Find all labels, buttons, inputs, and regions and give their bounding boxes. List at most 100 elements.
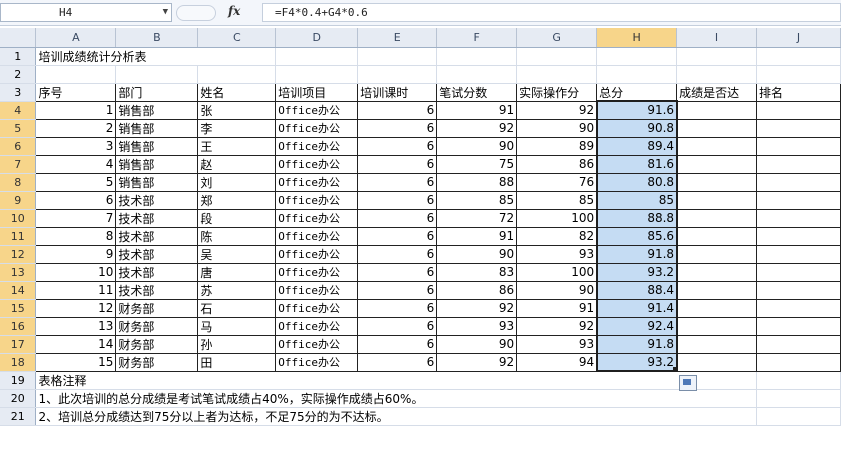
cell[interactable] — [35, 65, 117, 84]
table-cell[interactable]: 6 — [357, 316, 438, 336]
table-cell[interactable]: 陈 — [197, 226, 277, 246]
table-cell[interactable] — [676, 334, 758, 354]
cell[interactable] — [676, 47, 758, 66]
column-header-d[interactable]: D — [275, 28, 359, 48]
table-cell[interactable]: 9 — [35, 244, 117, 264]
table-cell[interactable]: 销售部 — [115, 118, 199, 138]
table-cell[interactable]: 6 — [357, 118, 438, 138]
table-cell[interactable]: 14 — [35, 334, 117, 354]
table-cell[interactable]: 唐 — [197, 262, 277, 282]
row-header-14[interactable]: 14 — [0, 281, 37, 300]
table-cell[interactable]: Office办公 — [275, 118, 359, 138]
row-header-7[interactable]: 7 — [0, 155, 37, 174]
table-cell[interactable]: 76 — [516, 172, 598, 192]
total-score-cell[interactable]: 91.6 — [596, 100, 678, 120]
table-cell[interactable] — [756, 298, 841, 318]
cell[interactable] — [596, 47, 678, 66]
table-cell[interactable] — [676, 136, 758, 156]
table-cell[interactable]: 6 — [357, 208, 438, 228]
table-cell[interactable] — [676, 118, 758, 138]
table-cell[interactable]: 6 — [357, 172, 438, 192]
row-header-8[interactable]: 8 — [0, 173, 37, 192]
table-cell[interactable]: 86 — [516, 154, 598, 174]
table-cell[interactable]: 刘 — [197, 172, 277, 192]
row-header-6[interactable]: 6 — [0, 137, 37, 156]
table-cell[interactable]: 段 — [197, 208, 277, 228]
table-cell[interactable] — [676, 172, 758, 192]
table-cell[interactable]: 89 — [516, 136, 598, 156]
table-cell[interactable] — [756, 136, 841, 156]
total-score-cell[interactable]: 80.8 — [596, 172, 678, 192]
table-cell[interactable]: 李 — [197, 118, 277, 138]
total-score-cell[interactable]: 92.4 — [596, 316, 678, 336]
cell[interactable] — [676, 65, 758, 84]
total-score-cell[interactable]: 91.4 — [596, 298, 678, 318]
table-cell[interactable]: 技术部 — [115, 208, 199, 228]
table-cell[interactable]: Office办公 — [275, 334, 359, 354]
table-cell[interactable]: 石 — [197, 298, 277, 318]
select-all-corner[interactable] — [0, 28, 37, 48]
column-header-g[interactable]: G — [516, 28, 598, 48]
row-header-15[interactable]: 15 — [0, 299, 37, 318]
table-cell[interactable] — [756, 334, 841, 354]
table-cell[interactable]: 94 — [516, 352, 598, 372]
table-header-cell[interactable]: 序号 — [35, 82, 117, 102]
table-cell[interactable]: 15 — [35, 352, 117, 372]
column-header-f[interactable]: F — [436, 28, 518, 48]
table-cell[interactable]: Office办公 — [275, 298, 359, 318]
row-header-4[interactable]: 4 — [0, 101, 37, 120]
cell[interactable] — [756, 47, 841, 66]
cell[interactable] — [756, 389, 841, 408]
table-cell[interactable]: 财务部 — [115, 316, 199, 336]
table-cell[interactable]: 90 — [436, 334, 518, 354]
table-cell[interactable]: 张 — [197, 100, 277, 120]
total-score-cell[interactable]: 89.4 — [596, 136, 678, 156]
table-cell[interactable]: 孙 — [197, 334, 277, 354]
table-cell[interactable]: 销售部 — [115, 172, 199, 192]
table-cell[interactable]: 销售部 — [115, 154, 199, 174]
row-header-10[interactable]: 10 — [0, 209, 37, 228]
table-cell[interactable]: 技术部 — [115, 244, 199, 264]
cell[interactable] — [357, 65, 438, 84]
table-cell[interactable]: 郑 — [197, 190, 277, 210]
cell[interactable] — [197, 65, 277, 84]
table-cell[interactable]: 91 — [436, 226, 518, 246]
table-header-cell[interactable]: 实际操作分 — [516, 82, 598, 102]
column-header-c[interactable]: C — [197, 28, 277, 48]
table-cell[interactable]: Office办公 — [275, 316, 359, 336]
cell[interactable] — [197, 47, 277, 66]
table-cell[interactable]: Office办公 — [275, 244, 359, 264]
row-header-9[interactable]: 9 — [0, 191, 37, 210]
cell[interactable] — [596, 65, 678, 84]
table-cell[interactable]: Office办公 — [275, 190, 359, 210]
row-header-20[interactable]: 20 — [0, 389, 37, 408]
table-header-cell[interactable]: 部门 — [115, 82, 199, 102]
cell[interactable] — [516, 47, 598, 66]
column-header-b[interactable]: B — [115, 28, 199, 48]
table-cell[interactable] — [676, 244, 758, 264]
row-header-18[interactable]: 18 — [0, 353, 37, 372]
total-score-cell[interactable]: 91.8 — [596, 244, 678, 264]
table-cell[interactable]: Office办公 — [275, 352, 359, 372]
table-cell[interactable]: 6 — [357, 226, 438, 246]
table-cell[interactable]: 90 — [436, 136, 518, 156]
table-header-cell[interactable]: 培训项目 — [275, 82, 359, 102]
cell[interactable] — [357, 47, 438, 66]
table-cell[interactable]: 85 — [436, 190, 518, 210]
table-cell[interactable]: Office办公 — [275, 262, 359, 282]
table-cell[interactable] — [756, 280, 841, 300]
table-cell[interactable]: 90 — [436, 244, 518, 264]
table-cell[interactable]: 田 — [197, 352, 277, 372]
table-cell[interactable]: 90 — [516, 280, 598, 300]
column-header-a[interactable]: A — [35, 28, 117, 48]
total-score-cell[interactable]: 85.6 — [596, 226, 678, 246]
cell[interactable] — [275, 65, 359, 84]
table-cell[interactable] — [756, 154, 841, 174]
table-cell[interactable]: 72 — [436, 208, 518, 228]
table-cell[interactable]: 6 — [357, 100, 438, 120]
cell[interactable] — [275, 47, 359, 66]
row-header-1[interactable]: 1 — [0, 47, 37, 66]
table-cell[interactable]: 马 — [197, 316, 277, 336]
table-cell[interactable] — [756, 226, 841, 246]
table-cell[interactable]: 6 — [357, 298, 438, 318]
